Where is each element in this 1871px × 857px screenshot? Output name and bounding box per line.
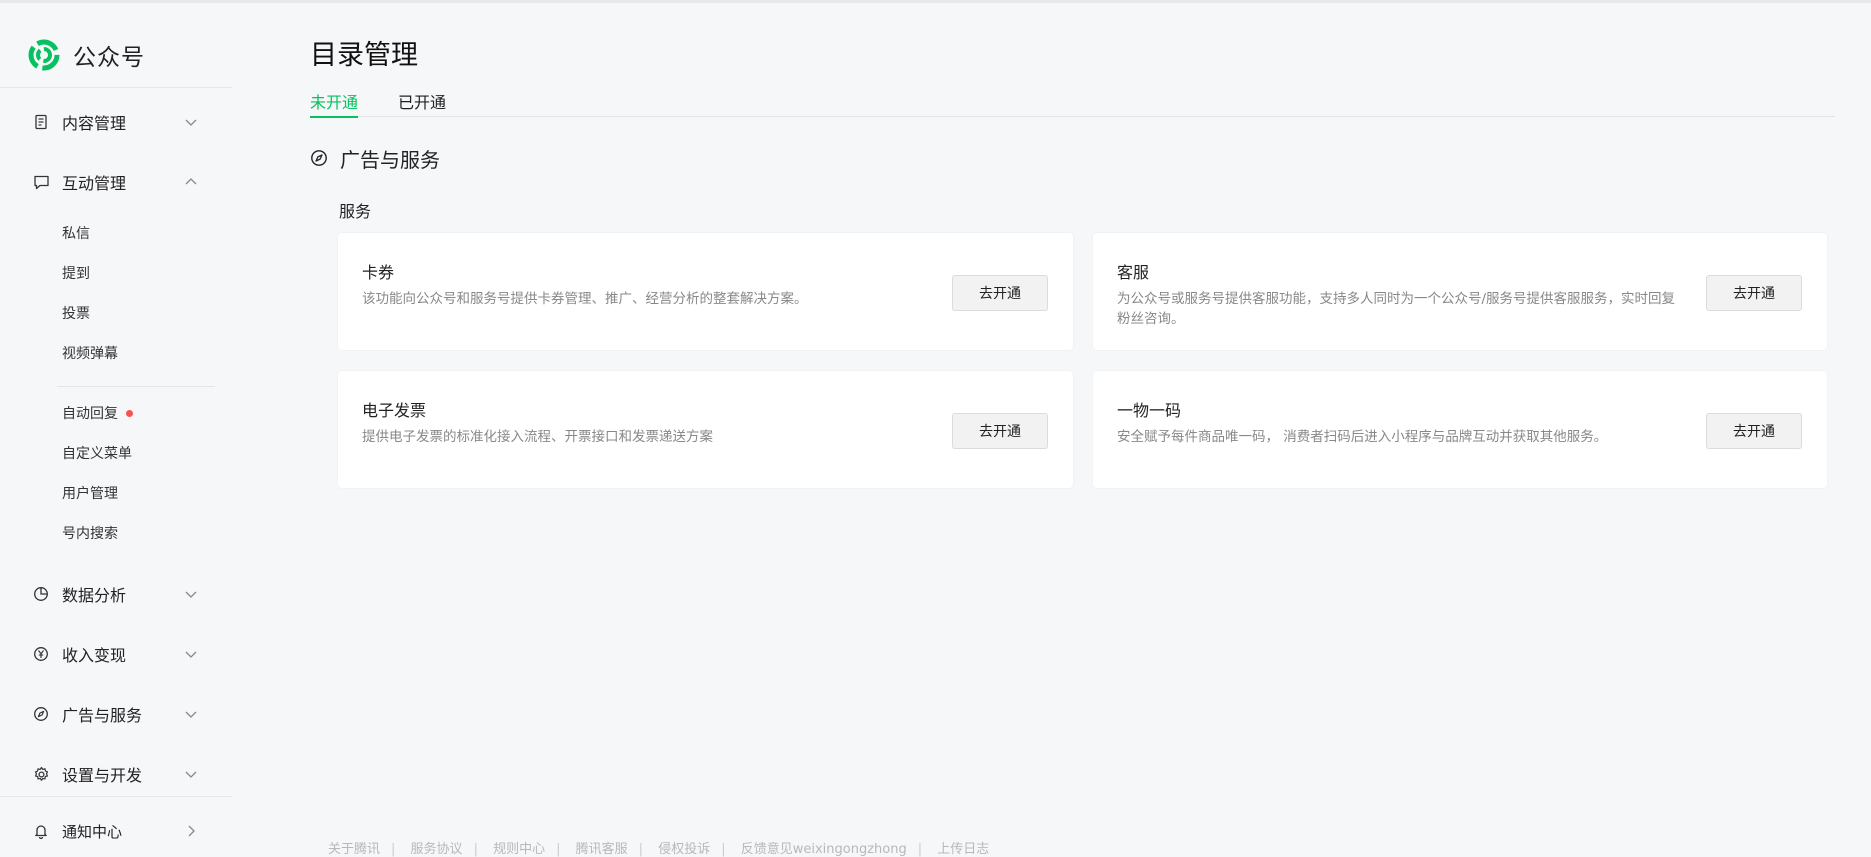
footer-separator: | xyxy=(391,842,396,857)
footer-link-upload-log[interactable]: 上传日志 xyxy=(937,842,989,857)
footer-separator: | xyxy=(721,842,726,857)
sidebar-notification-center[interactable]: 通知中心 xyxy=(0,811,232,851)
card-title: 电子发票 xyxy=(362,401,427,420)
sidebar-item-auto-reply[interactable]: 自动回复 xyxy=(62,402,133,426)
sidebar-item-video-danmaku[interactable]: 视频弹幕 xyxy=(62,342,118,366)
footer-link-rules[interactable]: 规则中心 xyxy=(493,842,545,857)
footer-link-about[interactable]: 关于腾讯 xyxy=(328,842,380,857)
top-border xyxy=(0,0,1871,3)
sidebar-item-votes[interactable]: 投票 xyxy=(62,302,90,326)
activate-coupon-button[interactable]: 去开通 xyxy=(952,275,1048,311)
service-card-one-item-one-code: 一物一码 安全赋予每件商品唯一码， 消费者扫码后进入小程序与品牌互动并获取其他服… xyxy=(1093,371,1827,488)
sidebar-item-in-account-search[interactable]: 号内搜索 xyxy=(62,522,118,546)
sidebar-group-label: 设置与开发 xyxy=(62,766,143,785)
card-description: 安全赋予每件商品唯一码， 消费者扫码后进入小程序与品牌互动并获取其他服务。 xyxy=(1117,429,1608,445)
sidebar-item-user-management[interactable]: 用户管理 xyxy=(62,482,118,506)
tab-bar: 未开通 已开通 xyxy=(310,86,1835,118)
compass-icon xyxy=(32,705,50,723)
footer-link-support[interactable]: 腾讯客服 xyxy=(576,842,628,857)
wechat-mp-logo-icon xyxy=(28,39,60,71)
sidebar-group-settings-dev[interactable]: 设置与开发 xyxy=(0,754,232,794)
footer-separator: | xyxy=(917,842,923,857)
sidebar-divider xyxy=(0,796,232,797)
page-title: 目录管理 xyxy=(310,40,418,71)
service-card-customer-service: 客服 为公众号或服务号提供客服功能，支持多人同时为一个公众号/服务号提供客服服务… xyxy=(1093,233,1827,350)
chevron-up-icon xyxy=(185,178,197,185)
tab-not-activated[interactable]: 未开通 xyxy=(310,89,359,118)
gear-icon xyxy=(32,765,50,783)
card-description: 为公众号或服务号提供客服功能，支持多人同时为一个公众号/服务号提供客服服务，实时… xyxy=(1117,291,1676,327)
sidebar-item-custom-menu[interactable]: 自定义菜单 xyxy=(62,442,132,466)
footer-link-terms[interactable]: 服务协议 xyxy=(411,842,463,857)
sidebar-group-analytics[interactable]: 数据分析 xyxy=(0,574,232,614)
tab-activated[interactable]: 已开通 xyxy=(398,89,446,116)
sidebar-group-label: 内容管理 xyxy=(62,114,127,133)
chat-icon xyxy=(32,173,50,191)
footer-links: 关于腾讯 | 服务协议 | 规则中心 | 腾讯客服 | 侵权投诉 | 反馈意见weixin… xyxy=(328,838,989,857)
chevron-down-icon xyxy=(185,711,197,718)
chevron-down-icon xyxy=(185,771,197,778)
card-title: 一物一码 xyxy=(1117,401,1182,420)
sidebar-group-label: 互动管理 xyxy=(62,174,127,193)
chevron-right-icon xyxy=(188,825,195,837)
subsection-title: 服务 xyxy=(339,202,372,221)
unread-dot xyxy=(126,409,133,417)
sidebar-group-content[interactable]: 内容管理 xyxy=(0,102,232,142)
activate-one-item-one-code-button[interactable]: 去开通 xyxy=(1706,413,1802,449)
activate-customer-service-button[interactable]: 去开通 xyxy=(1706,275,1802,311)
sidebar-group-monetization[interactable]: 收入变现 xyxy=(0,634,232,674)
sidebar-item-mentions[interactable]: 提到 xyxy=(62,262,90,286)
service-card-coupon: 卡券 该功能向公众号和服务号提供卡券管理、推广、经营分析的整套解决方案。 去开通 xyxy=(338,233,1073,350)
card-title: 客服 xyxy=(1117,263,1150,282)
chevron-down-icon xyxy=(185,651,197,658)
pie-chart-icon xyxy=(32,585,50,603)
chevron-down-icon xyxy=(185,591,197,598)
card-description: 该功能向公众号和服务号提供卡券管理、推广、经营分析的整套解决方案。 xyxy=(362,291,808,307)
compass-icon xyxy=(311,150,327,166)
footer-separator: | xyxy=(638,842,644,857)
footer-separator: | xyxy=(473,842,478,857)
sidebar-group-interaction[interactable]: 互动管理 xyxy=(0,162,232,202)
sidebar-group-ads-services[interactable]: 广告与服务 xyxy=(0,694,232,734)
activate-e-invoice-button[interactable]: 去开通 xyxy=(952,413,1048,449)
card-description: 提供电子发票的标准化接入流程、开票接口和发票递送方案 xyxy=(362,429,713,445)
sidebar-group-label: 广告与服务 xyxy=(62,706,143,725)
yen-icon xyxy=(32,645,50,663)
footer-link-complaint[interactable]: 侵权投诉 xyxy=(658,842,710,857)
brand-name: 公众号 xyxy=(73,45,145,71)
document-icon xyxy=(32,113,50,131)
card-title: 卡券 xyxy=(362,263,395,282)
sidebar-notification-label: 通知中心 xyxy=(62,822,123,841)
sidebar-item-label: 自动回复 xyxy=(62,406,118,422)
sidebar-sub-divider xyxy=(57,386,215,387)
service-card-e-invoice: 电子发票 提供电子发票的标准化接入流程、开票接口和发票递送方案 去开通 xyxy=(338,371,1073,488)
chevron-down-icon xyxy=(185,119,197,126)
brand-logo[interactable]: 公众号 xyxy=(27,35,145,75)
sidebar-group-label: 数据分析 xyxy=(62,586,127,605)
sidebar-group-label: 收入变现 xyxy=(62,646,127,665)
bell-icon xyxy=(32,822,50,840)
sidebar-item-messages[interactable]: 私信 xyxy=(62,222,90,246)
sidebar: 公众号 内容管理 互动管理 私信 提到 投票 视频弹幕 自动回复 自定义菜单 用… xyxy=(0,3,232,849)
section-title: 广告与服务 xyxy=(340,147,440,172)
sidebar-divider xyxy=(0,87,232,88)
footer-link-feedback[interactable]: 反馈意见weixingongzhong xyxy=(741,842,907,857)
footer-separator: | xyxy=(556,842,561,857)
section-header: 广告与服务 xyxy=(310,144,440,172)
